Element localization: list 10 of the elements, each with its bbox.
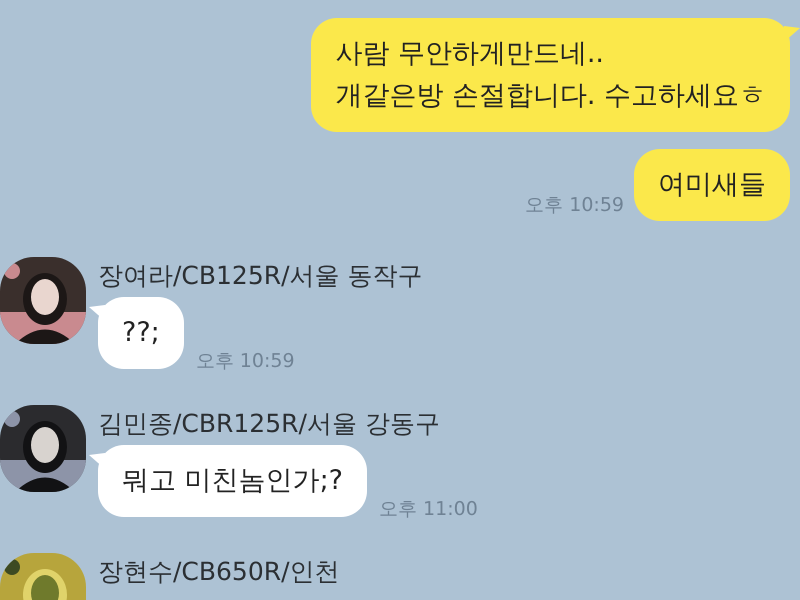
message-time: 오후 10:59 — [196, 348, 295, 374]
sender-name: 장여라/CB125R/서울 동작구 — [98, 260, 422, 292]
sender-name: 장현수/CB650R/인천 — [98, 556, 340, 588]
sender-name: 김민종/CBR125R/서울 강동구 — [98, 408, 441, 440]
received-message-bubble: 뭐고 미친놈인가;? — [98, 445, 368, 517]
sent-message-bubble: 여미새들 — [634, 149, 790, 221]
message-time: 오후 10:59 — [525, 192, 624, 218]
sent-message-bubble: 사람 무안하게만드네.. 개같은방 손절합니다. 수고하세요ㅎ — [311, 18, 790, 132]
received-message-bubble: ??; — [98, 297, 184, 369]
message-time: 오후 11:00 — [379, 496, 478, 522]
